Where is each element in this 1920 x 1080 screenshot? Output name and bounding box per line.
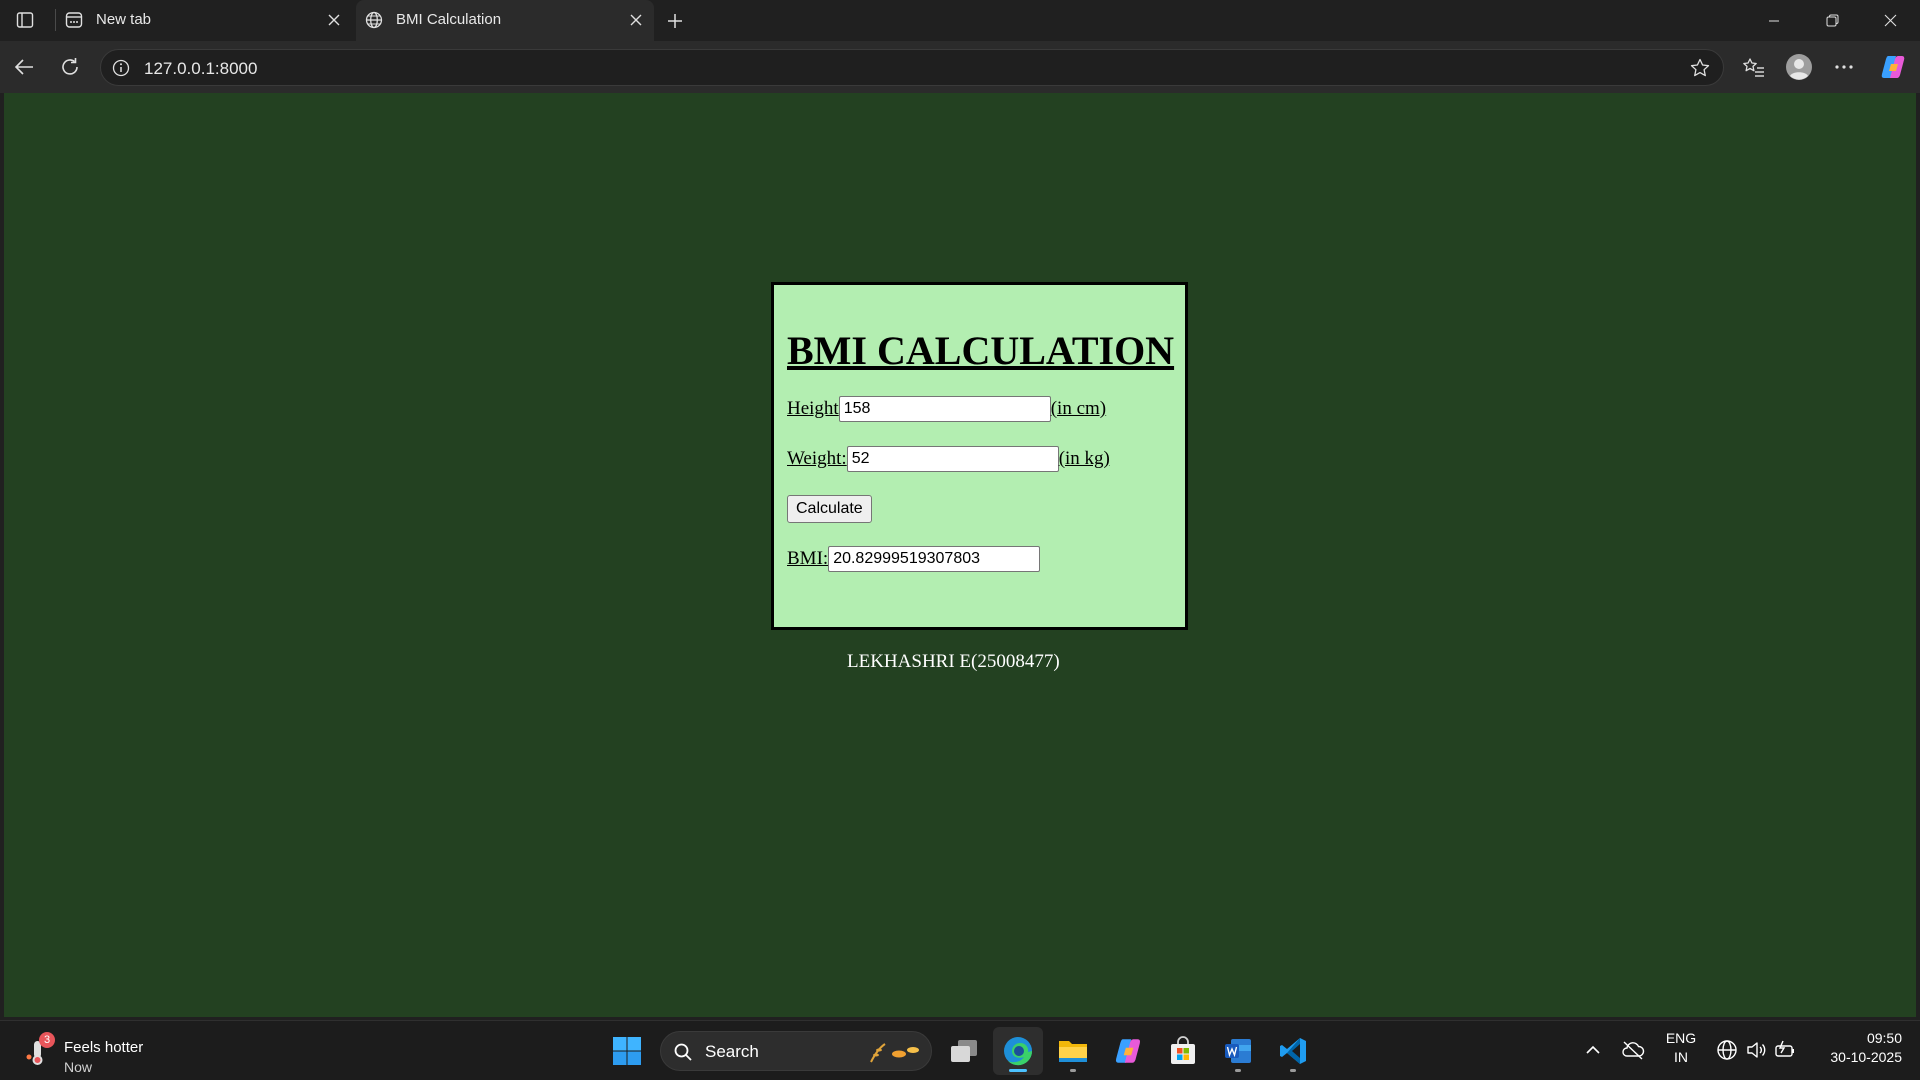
region-code: IN [1674, 1049, 1688, 1065]
settings-more-button[interactable] [1827, 50, 1861, 84]
restore-icon [1826, 14, 1838, 27]
battery-charging-icon [1775, 1040, 1794, 1057]
edge-taskbar-button[interactable] [993, 1027, 1043, 1075]
search-icon [674, 1043, 692, 1061]
plus-icon [668, 14, 682, 28]
tab-strip: New tab BMI Calculation [0, 0, 1920, 41]
refresh-button[interactable] [53, 50, 87, 84]
store-icon [1171, 1036, 1195, 1064]
globe-network-icon [1717, 1040, 1737, 1060]
store-taskbar-button[interactable] [1158, 1027, 1208, 1075]
url-text: 127.0.0.1:8000 [144, 59, 258, 78]
address-bar[interactable]: 127.0.0.1:8000 [100, 49, 1724, 86]
bmi-row: BMI: [787, 545, 1041, 573]
height-label: Height [787, 398, 839, 419]
running-indicator [1290, 1069, 1296, 1072]
taskbar: 3 Feels hotter Now Search ENG IN 09:50 3… [0, 1020, 1920, 1080]
copilot-taskbar-button[interactable] [1103, 1027, 1153, 1075]
new-tab-page-icon [64, 10, 84, 30]
taskbar-clock[interactable]: 09:50 30-10-2025 [1808, 1029, 1902, 1067]
profile-button[interactable] [1782, 50, 1816, 84]
vscode-taskbar-button[interactable] [1268, 1027, 1318, 1075]
new-tab-button[interactable] [660, 7, 690, 35]
file-explorer-taskbar-button[interactable] [1048, 1027, 1098, 1075]
volume-tray-button[interactable] [1743, 1037, 1769, 1063]
favorites-button[interactable] [1737, 50, 1771, 84]
weight-input[interactable] [846, 446, 1059, 472]
globe-icon [364, 10, 384, 30]
restore-button[interactable] [1804, 0, 1860, 41]
minimize-button[interactable] [1746, 0, 1802, 41]
start-button[interactable] [602, 1027, 652, 1075]
close-icon [1884, 14, 1896, 27]
weight-label: Weight: [787, 448, 847, 469]
back-button[interactable] [7, 50, 41, 84]
tab-actions-icon [16, 12, 34, 28]
network-tray-button[interactable] [1714, 1037, 1740, 1063]
weather-subtext: Now [64, 1059, 93, 1075]
add-favorite-star-icon[interactable] [1689, 57, 1711, 79]
bmi-form-card: BMI CALCULATION Height (in cm) Weight: (… [771, 282, 1188, 630]
page-viewport: BMI CALCULATION Height (in cm) Weight: (… [4, 93, 1916, 1017]
task-view-button[interactable] [939, 1027, 989, 1075]
speaker-icon [1747, 1042, 1766, 1058]
height-input[interactable] [838, 396, 1051, 422]
vscode-icon [1280, 1038, 1306, 1064]
browser-toolbar: 127.0.0.1:8000 [0, 41, 1920, 93]
onedrive-tray-button[interactable] [1620, 1037, 1646, 1063]
weather-alert-badge: 3 [39, 1032, 55, 1048]
tab-actions-button[interactable] [8, 6, 42, 34]
page-title: BMI CALCULATION [787, 328, 1175, 373]
site-info-icon[interactable] [111, 58, 131, 78]
language-code: ENG [1665, 1030, 1697, 1046]
copilot-button[interactable] [1876, 50, 1910, 84]
tab-close-icon[interactable] [324, 10, 344, 30]
language-indicator[interactable]: ENG IN [1660, 1029, 1702, 1067]
clock-time: 09:50 [1866, 1030, 1902, 1046]
height-row: Height (in cm) [787, 395, 1106, 423]
running-indicator [1070, 1069, 1076, 1072]
weather-widget[interactable]: 3 Feels hotter Now [22, 1029, 182, 1075]
minimize-icon [1769, 20, 1779, 21]
tab-title: BMI Calculation [396, 11, 502, 28]
search-label: Search [705, 1042, 759, 1061]
copilot-icon [1881, 56, 1905, 78]
active-indicator [1009, 1069, 1027, 1072]
tab-close-icon[interactable] [626, 10, 646, 30]
favorites-list-icon [1743, 58, 1764, 77]
more-dots-icon [1835, 65, 1853, 69]
chevron-up-icon [1586, 1045, 1600, 1054]
calculate-button[interactable]: Calculate [787, 495, 872, 523]
height-unit: (in cm) [1050, 398, 1107, 419]
copilot-icon [1115, 1039, 1141, 1063]
weather-text: Feels hotter [64, 1039, 144, 1056]
taskbar-search-box[interactable]: Search [660, 1031, 932, 1071]
cloud-off-icon [1622, 1041, 1645, 1060]
tab-title: New tab [96, 11, 152, 28]
tab-bmi-calculation[interactable]: BMI Calculation [356, 0, 654, 41]
weight-row: Weight: (in kg) [787, 445, 1110, 473]
edge-icon [1004, 1037, 1033, 1066]
author-footer: LEKHASHRI E(25008477) [847, 651, 1060, 672]
start-icon [613, 1037, 641, 1065]
back-arrow-icon [14, 59, 33, 75]
word-taskbar-button[interactable] [1213, 1027, 1263, 1075]
search-highlight-icon [870, 1043, 919, 1063]
refresh-icon [62, 58, 78, 75]
clock-date: 30-10-2025 [1830, 1049, 1902, 1065]
bmi-label: BMI: [787, 548, 829, 569]
task-view-icon [951, 1040, 977, 1062]
tab-new-tab[interactable]: New tab [56, 0, 352, 41]
battery-tray-button[interactable] [1772, 1037, 1798, 1063]
close-window-button[interactable] [1862, 0, 1918, 41]
weight-unit: (in kg) [1058, 448, 1110, 469]
word-icon [1225, 1039, 1251, 1063]
profile-avatar-icon [1786, 54, 1812, 80]
file-explorer-icon [1059, 1041, 1087, 1062]
bmi-result-input[interactable] [828, 546, 1041, 572]
show-hidden-icons-button[interactable] [1580, 1037, 1606, 1063]
running-indicator [1235, 1069, 1241, 1072]
